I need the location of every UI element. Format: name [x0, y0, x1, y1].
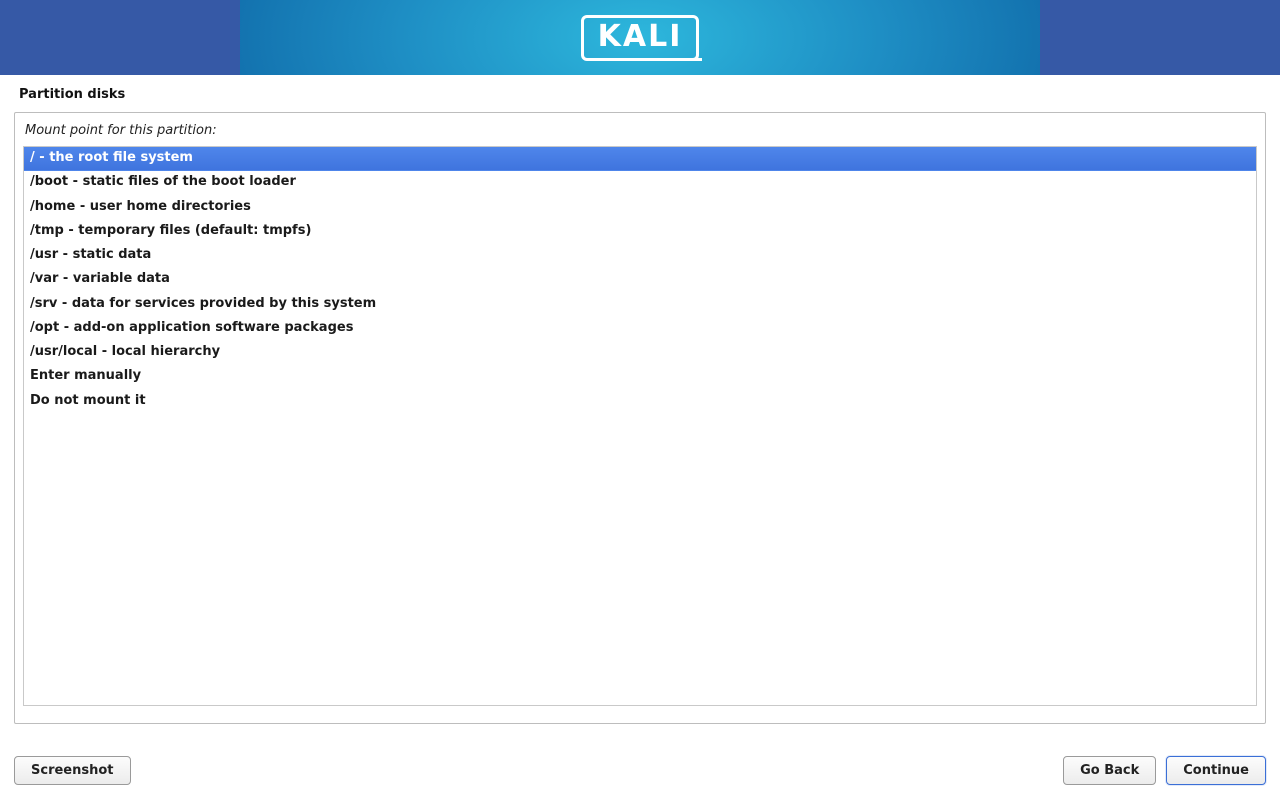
kali-logo: KALI	[581, 15, 700, 61]
list-item[interactable]: Do not mount it	[24, 390, 1256, 414]
banner-gradient: KALI	[240, 0, 1040, 75]
page-title: Partition disks	[0, 75, 1280, 112]
list-item[interactable]: /opt - add-on application software packa…	[24, 317, 1256, 341]
footer-bar: Screenshot Go Back Continue	[0, 756, 1280, 800]
kali-logo-text: KALI	[598, 19, 683, 54]
list-item[interactable]: /home - user home directories	[24, 196, 1256, 220]
list-item[interactable]: /boot - static files of the boot loader	[24, 171, 1256, 195]
list-item[interactable]: /srv - data for services provided by thi…	[24, 293, 1256, 317]
continue-button[interactable]: Continue	[1166, 756, 1266, 785]
mountpoint-listbox[interactable]: / - the root file system/boot - static f…	[23, 146, 1257, 706]
screenshot-button[interactable]: Screenshot	[14, 756, 131, 785]
list-item[interactable]: / - the root file system	[24, 147, 1256, 171]
list-item[interactable]: /usr/local - local hierarchy	[24, 341, 1256, 365]
list-item[interactable]: /tmp - temporary files (default: tmpfs)	[24, 220, 1256, 244]
mountpoint-prompt: Mount point for this partition:	[23, 121, 1257, 146]
list-item[interactable]: Enter manually	[24, 365, 1256, 389]
installer-banner: KALI	[0, 0, 1280, 75]
list-item[interactable]: /var - variable data	[24, 268, 1256, 292]
go-back-button[interactable]: Go Back	[1063, 756, 1156, 785]
list-item[interactable]: /usr - static data	[24, 244, 1256, 268]
content-panel: Mount point for this partition: / - the …	[14, 112, 1266, 724]
